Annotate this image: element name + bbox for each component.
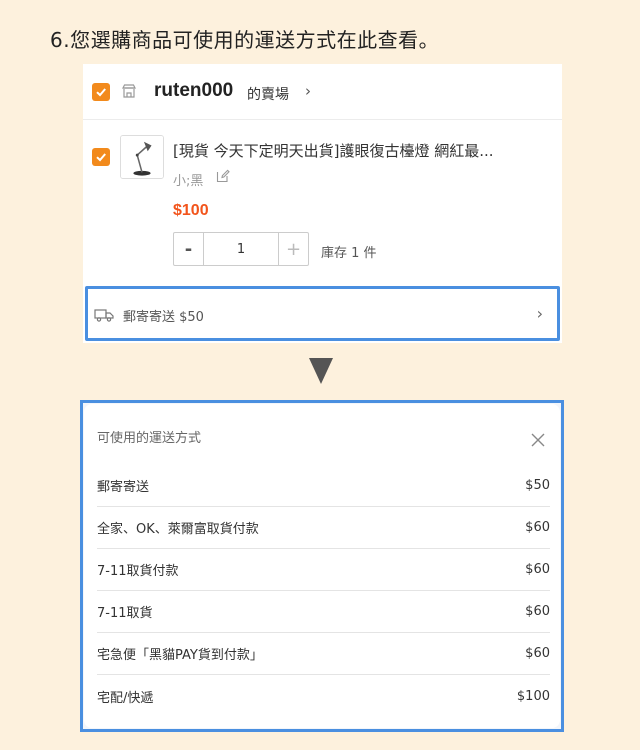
product-title[interactable]: [現貨 今天下定明天出貨]護眼復古檯燈 網紅最... [173, 140, 553, 161]
quantity-increase-button[interactable]: + [278, 233, 308, 265]
product-image[interactable] [120, 135, 164, 179]
shipping-options-modal: 可使用的運送方式 郵寄寄送 $50 全家、OK、萊爾富取貨付款 $60 7-11… [80, 400, 564, 732]
quantity-input[interactable]: 1 [204, 233, 278, 265]
down-triangle-icon [309, 358, 333, 384]
chevron-right-icon: › [536, 304, 543, 323]
quantity-stepper: - 1 + [173, 232, 309, 266]
shipping-option[interactable]: 郵寄寄送 $50 [97, 465, 550, 507]
shipping-option-price: $60 [525, 646, 550, 661]
cart-card: ruten000 的賣場 › [現貨 今天下定明天出貨]護眼復古檯燈 網紅最..… [83, 64, 562, 343]
close-icon[interactable] [530, 432, 546, 448]
shipping-option-price: $60 [525, 562, 550, 577]
store-icon [122, 84, 136, 98]
shipping-option-name: 7-11取貨 [97, 606, 153, 621]
shipping-option-price: $60 [525, 520, 550, 535]
truck-icon [94, 309, 114, 322]
shop-checkbox[interactable] [92, 83, 110, 101]
product-price: $100 [173, 202, 209, 219]
shipping-option[interactable]: 7-11取貨 $60 [97, 591, 550, 633]
shipping-option-price: $100 [516, 688, 550, 704]
modal-title: 可使用的運送方式 [97, 431, 202, 446]
shop-name[interactable]: ruten000 [154, 80, 233, 102]
quantity-decrease-button[interactable]: - [174, 233, 204, 265]
shop-row: ruten000 的賣場 › [83, 64, 562, 120]
shipping-option-name: 7-11取貨付款 [97, 564, 179, 579]
shipping-option-price: $50 [525, 478, 550, 493]
product-variant: 小;黑 [173, 174, 204, 189]
product-checkbox[interactable] [92, 148, 110, 166]
shop-suffix[interactable]: 的賣場 [247, 84, 289, 104]
shipping-option-name: 全家、OK、萊爾富取貨付款 [97, 522, 259, 537]
shipping-option-name: 宅配/快遞 [97, 690, 154, 706]
shipping-option[interactable]: 宅急便「黑貓PAY貨到付款」 $60 [97, 633, 550, 675]
shipping-options-list: 郵寄寄送 $50 全家、OK、萊爾富取貨付款 $60 7-11取貨付款 $60 … [97, 465, 550, 717]
shipping-option-name: 宅急便「黑貓PAY貨到付款」 [97, 648, 263, 663]
checkmark-icon [96, 153, 106, 162]
checkmark-icon [96, 88, 106, 97]
chevron-right-icon[interactable]: › [305, 82, 311, 100]
modal-panel: 可使用的運送方式 郵寄寄送 $50 全家、OK、萊爾富取貨付款 $60 7-11… [84, 404, 560, 728]
shipping-option-price: $60 [525, 604, 550, 619]
stock-text: 庫存 1 件 [321, 246, 377, 261]
shipping-option[interactable]: 全家、OK、萊爾富取貨付款 $60 [97, 507, 550, 549]
step-title: 6.您選購商品可使用的運送方式在此查看。 [50, 28, 440, 52]
shipping-method-label: 郵寄寄送 $50 [123, 310, 204, 325]
shipping-option[interactable]: 7-11取貨付款 $60 [97, 549, 550, 591]
shipping-option[interactable]: 宅配/快遞 $100 [97, 675, 550, 717]
shipping-option-name: 郵寄寄送 [97, 480, 150, 495]
shipping-method-row[interactable]: 郵寄寄送 $50 › [85, 286, 560, 341]
edit-icon[interactable] [216, 169, 230, 183]
